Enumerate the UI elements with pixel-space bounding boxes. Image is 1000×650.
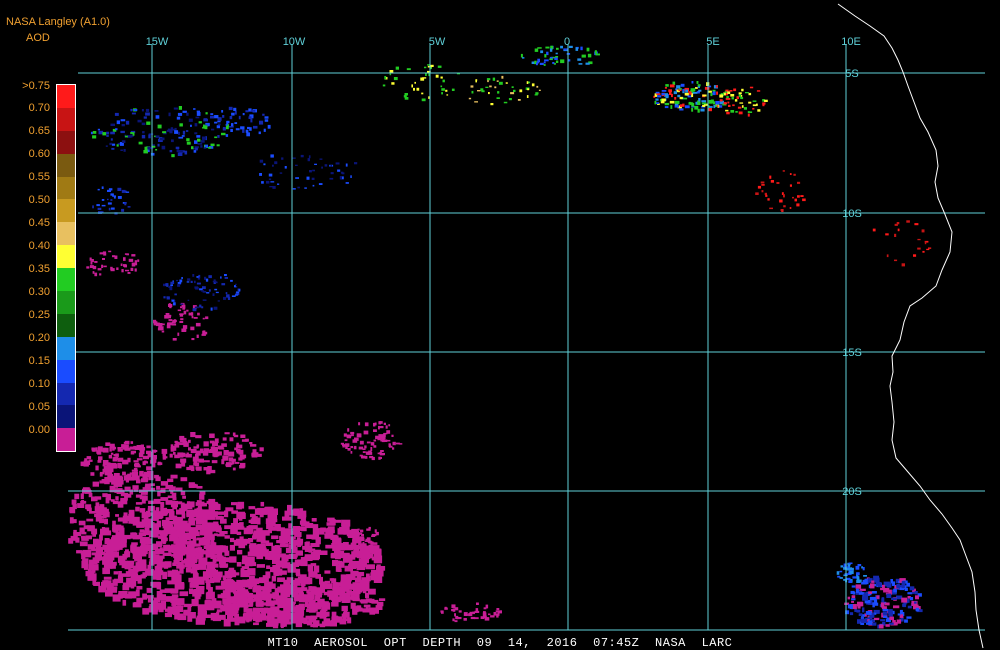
legend-label-010: 0.10 — [28, 378, 50, 390]
legend-label-045: 0.45 — [28, 217, 50, 229]
legend-label-030: 0.30 — [28, 286, 50, 298]
legend-label-055: 0.55 — [28, 171, 50, 183]
footer-caption: MT10 AEROSOL OPT DEPTH 09 14, 2016 07:45… — [267, 636, 733, 650]
legend-label-035: 0.35 — [28, 263, 50, 275]
legend-swatch-005 — [57, 405, 75, 429]
legend-swatch-050 — [57, 199, 75, 223]
lon-label-15w: 15W — [146, 36, 169, 48]
legend-swatch-070 — [57, 107, 75, 131]
legend-label-015: 0.15 — [28, 355, 50, 367]
legend-label-060: 0.60 — [28, 148, 50, 160]
legend-label-040: 0.40 — [28, 240, 50, 252]
aod-map: 15W 10W 5W 0 5E 10E 5S 10S 15S 20S — [68, 3, 985, 649]
legend-swatch-000 — [57, 428, 75, 452]
lat-label-15s: 15S — [842, 347, 862, 359]
legend-swatch-025 — [57, 313, 75, 337]
legend-swatch-010 — [57, 382, 75, 406]
variable-label: AOD — [26, 32, 50, 44]
lat-label-10s: 10S — [842, 208, 862, 220]
lon-label-10e: 10E — [841, 36, 861, 48]
legend-swatch-gt075 — [57, 85, 75, 108]
lat-label-20s: 20S — [842, 486, 862, 498]
legend-label-gt075: >0.75 — [22, 80, 50, 92]
color-legend — [56, 84, 76, 453]
product-title: NASA Langley (A1.0) — [6, 16, 110, 28]
legend-swatch-035 — [57, 268, 75, 292]
legend-swatch-015 — [57, 359, 75, 383]
legend-swatch-045 — [57, 222, 75, 246]
legend-swatch-055 — [57, 176, 75, 200]
legend-label-025: 0.25 — [28, 309, 50, 321]
africa-coastline — [837, 3, 984, 649]
legend-label-000: 0.00 — [28, 424, 50, 436]
legend-swatch-020 — [57, 336, 75, 360]
legend-swatch-060 — [57, 153, 75, 177]
lon-label-5e: 5E — [706, 36, 719, 48]
lon-label-10w: 10W — [283, 36, 306, 48]
legend-label-070: 0.70 — [28, 102, 50, 114]
legend-label-005: 0.05 — [28, 401, 50, 413]
legend-label-065: 0.65 — [28, 125, 50, 137]
lat-label-5s: 5S — [845, 68, 858, 80]
lon-label-0: 0 — [564, 36, 570, 48]
legend-swatch-030 — [57, 291, 75, 314]
legend-label-020: 0.20 — [28, 332, 50, 344]
legend-swatch-065 — [57, 130, 75, 154]
aod-clusters — [68, 45, 932, 629]
legend-label-050: 0.50 — [28, 194, 50, 206]
legend-swatch-040 — [57, 245, 75, 269]
lon-label-5w: 5W — [429, 36, 446, 48]
